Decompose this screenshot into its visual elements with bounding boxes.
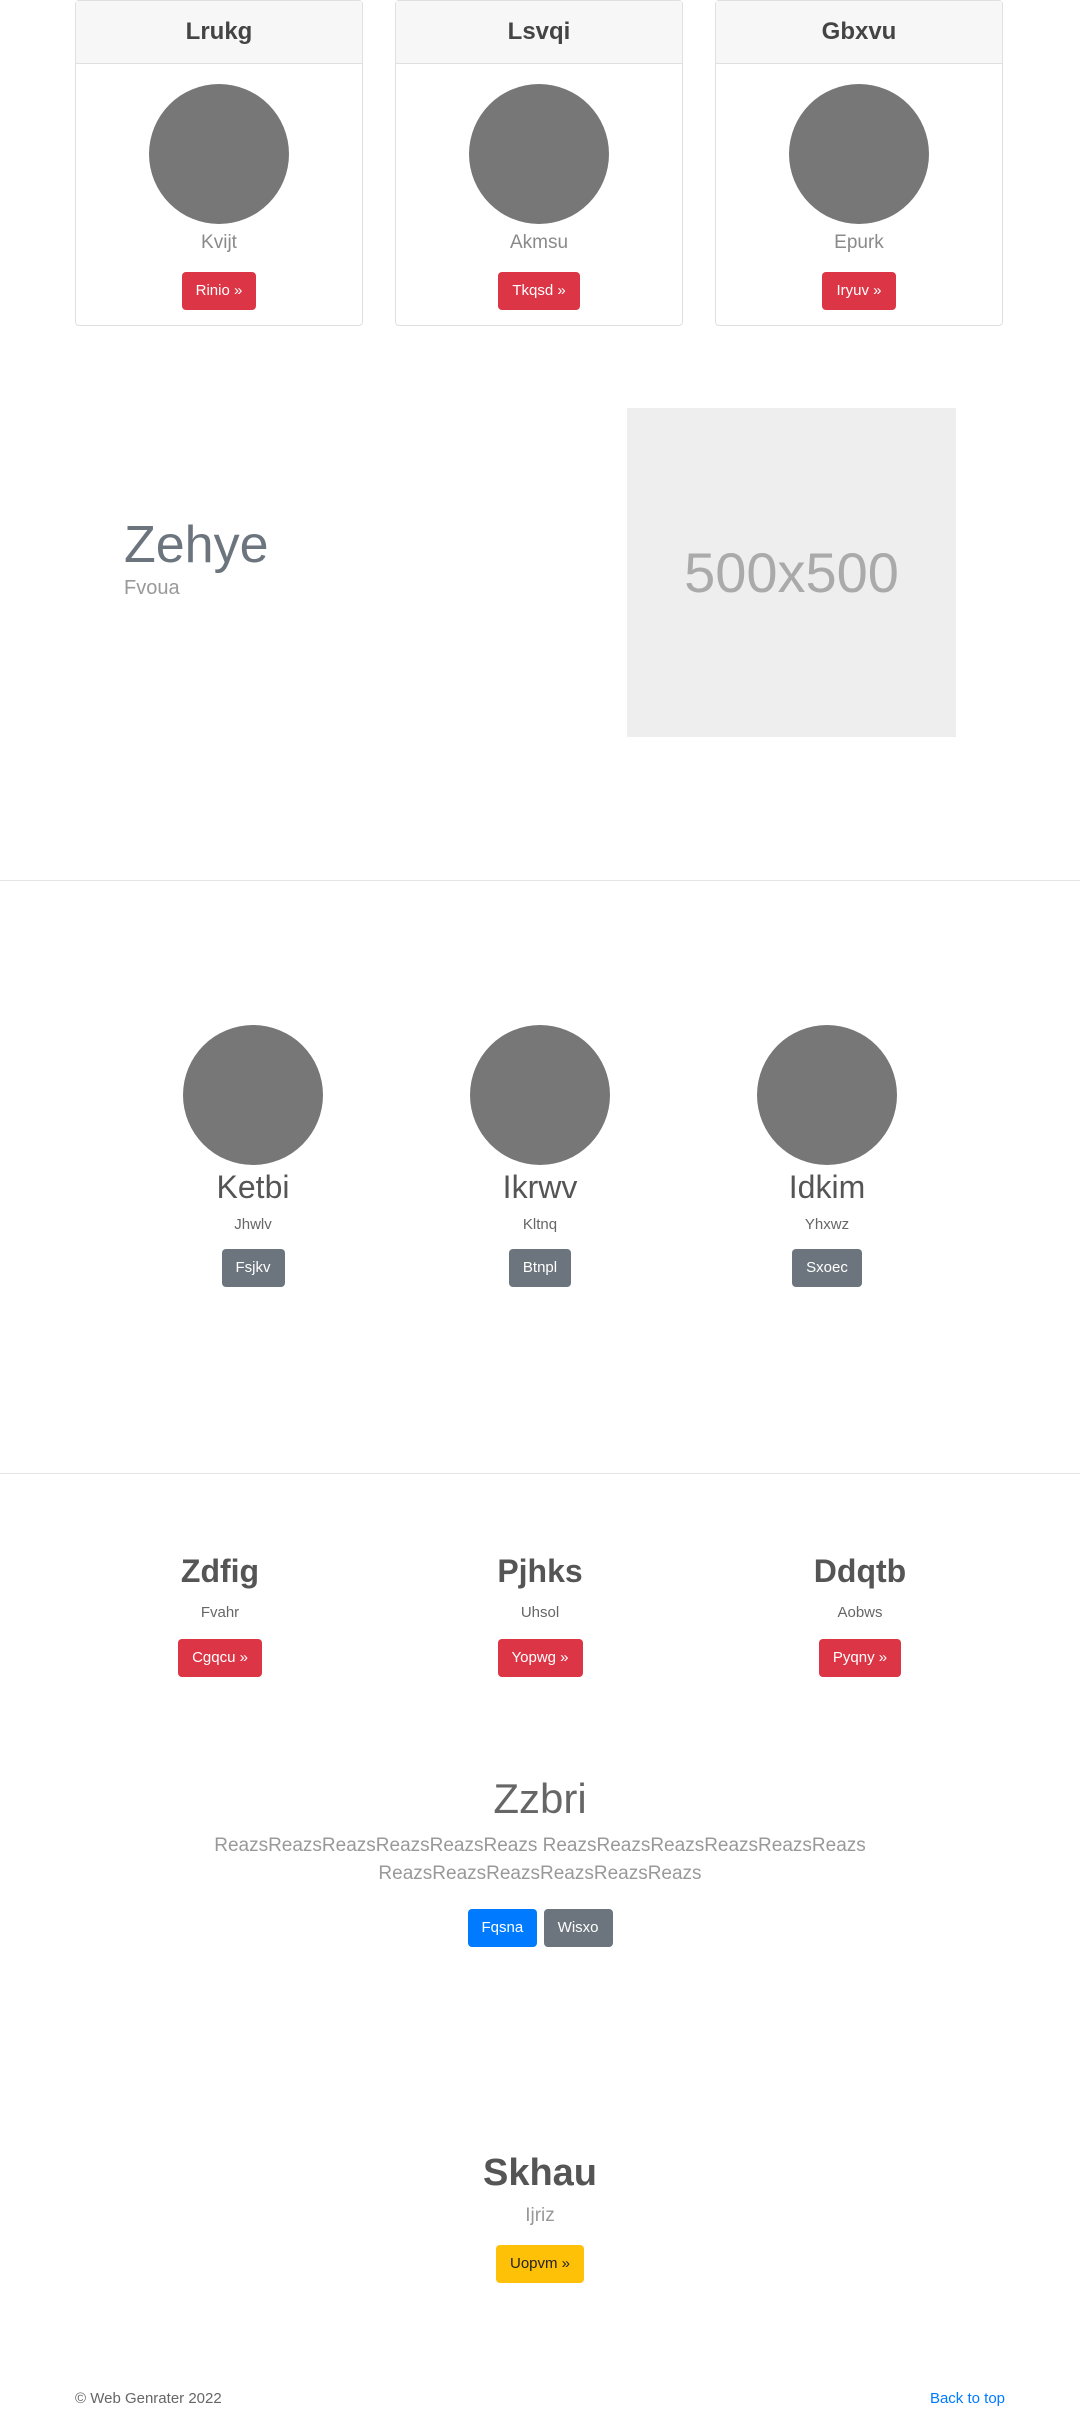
- card-title: Lrukg: [76, 1, 362, 64]
- team-name: Ketbi: [216, 1169, 290, 1205]
- card-2: Lsvqi Akmsu Tkqsd »: [395, 0, 683, 326]
- team-button[interactable]: Sxoec: [792, 1249, 862, 1287]
- cta-button[interactable]: Uopvm »: [495, 2245, 585, 2283]
- team-name: Idkim: [788, 1169, 866, 1205]
- card-title: Lsvqi: [396, 1, 682, 64]
- column-title: Pjhks: [497, 1553, 583, 1589]
- avatar-placeholder: [183, 1025, 323, 1165]
- column-button[interactable]: Yopwg »: [497, 1639, 583, 1677]
- secondary-button[interactable]: Wisxo: [543, 1909, 613, 1947]
- column-title: Zdfig: [180, 1553, 260, 1589]
- avatar-placeholder: [149, 84, 289, 224]
- team-name: Ikrwv: [502, 1169, 578, 1205]
- hero-lead-line-1: ReazsReazsReazsReazsReazsReazs ReazsReaz…: [214, 1835, 866, 1856]
- column-button[interactable]: Pyqny »: [818, 1639, 902, 1677]
- card-subtitle: Epurk: [834, 232, 884, 253]
- card-subtitle: Akmsu: [509, 232, 569, 253]
- feature-heading: Zehye: [124, 516, 269, 574]
- team-member-2: Ikrwv Kltnq Btnpl: [440, 1025, 640, 1287]
- column-3: Ddqtb Aobws Pyqny »: [740, 1553, 980, 1677]
- cta-section: Skhau Ijriz Uopvm »: [0, 2152, 1080, 2283]
- feature-image-placeholder: 500x500: [627, 408, 956, 737]
- column-1: Zdfig Fvahr Cgqcu »: [100, 1553, 340, 1677]
- column-button[interactable]: Cgqcu »: [178, 1639, 262, 1677]
- card-button[interactable]: Rinio »: [181, 272, 257, 310]
- avatar-placeholder: [469, 84, 609, 224]
- footer-copyright: © Web Genrater 2022: [75, 2390, 222, 2407]
- divider: [0, 1473, 1080, 1474]
- hero-section: Zzbri ReazsReazsReazsReazsReazsReazs Rea…: [0, 1775, 1080, 1947]
- avatar-placeholder: [757, 1025, 897, 1165]
- card-button[interactable]: Tkqsd »: [498, 272, 580, 310]
- card-button[interactable]: Iryuv »: [822, 272, 896, 310]
- card-3: Gbxvu Epurk Iryuv »: [715, 0, 1003, 326]
- column-2: Pjhks Uhsol Yopwg »: [420, 1553, 660, 1677]
- team-button[interactable]: Btnpl: [508, 1249, 572, 1287]
- hero-title: Zzbri: [493, 1775, 587, 1822]
- team-role: Yhxwz: [804, 1216, 850, 1233]
- feature-subheading: Fvoua: [124, 577, 180, 599]
- team-role: Kltnq: [522, 1216, 558, 1233]
- primary-button[interactable]: Fqsna: [467, 1909, 538, 1947]
- back-to-top-link[interactable]: Back to top: [930, 2390, 1005, 2407]
- card-title: Gbxvu: [716, 1, 1002, 64]
- card-subtitle: Kvijt: [201, 232, 237, 253]
- team-member-3: Idkim Yhxwz Sxoec: [727, 1025, 927, 1287]
- column-title: Ddqtb: [813, 1553, 907, 1589]
- team-role: Jhwlv: [234, 1216, 272, 1233]
- team-button[interactable]: Fsjkv: [221, 1249, 285, 1287]
- card-1: Lrukg Kvijt Rinio »: [75, 0, 363, 326]
- divider: [0, 880, 1080, 881]
- column-text: Aobws: [837, 1604, 883, 1621]
- column-text: Fvahr: [200, 1604, 240, 1621]
- team-member-1: Ketbi Jhwlv Fsjkv: [153, 1025, 353, 1287]
- hero-lead-line-2: ReazsReazsReazsReazsReazsReazs: [378, 1863, 702, 1884]
- feature-text: Zehye Fvoua: [124, 515, 269, 600]
- column-text: Uhsol: [520, 1604, 560, 1621]
- avatar-placeholder: [470, 1025, 610, 1165]
- avatar-placeholder: [789, 84, 929, 224]
- cta-title: Skhau: [482, 2152, 598, 2194]
- placeholder-label: 500x500: [684, 541, 899, 604]
- cta-text: Ijriz: [525, 2205, 555, 2226]
